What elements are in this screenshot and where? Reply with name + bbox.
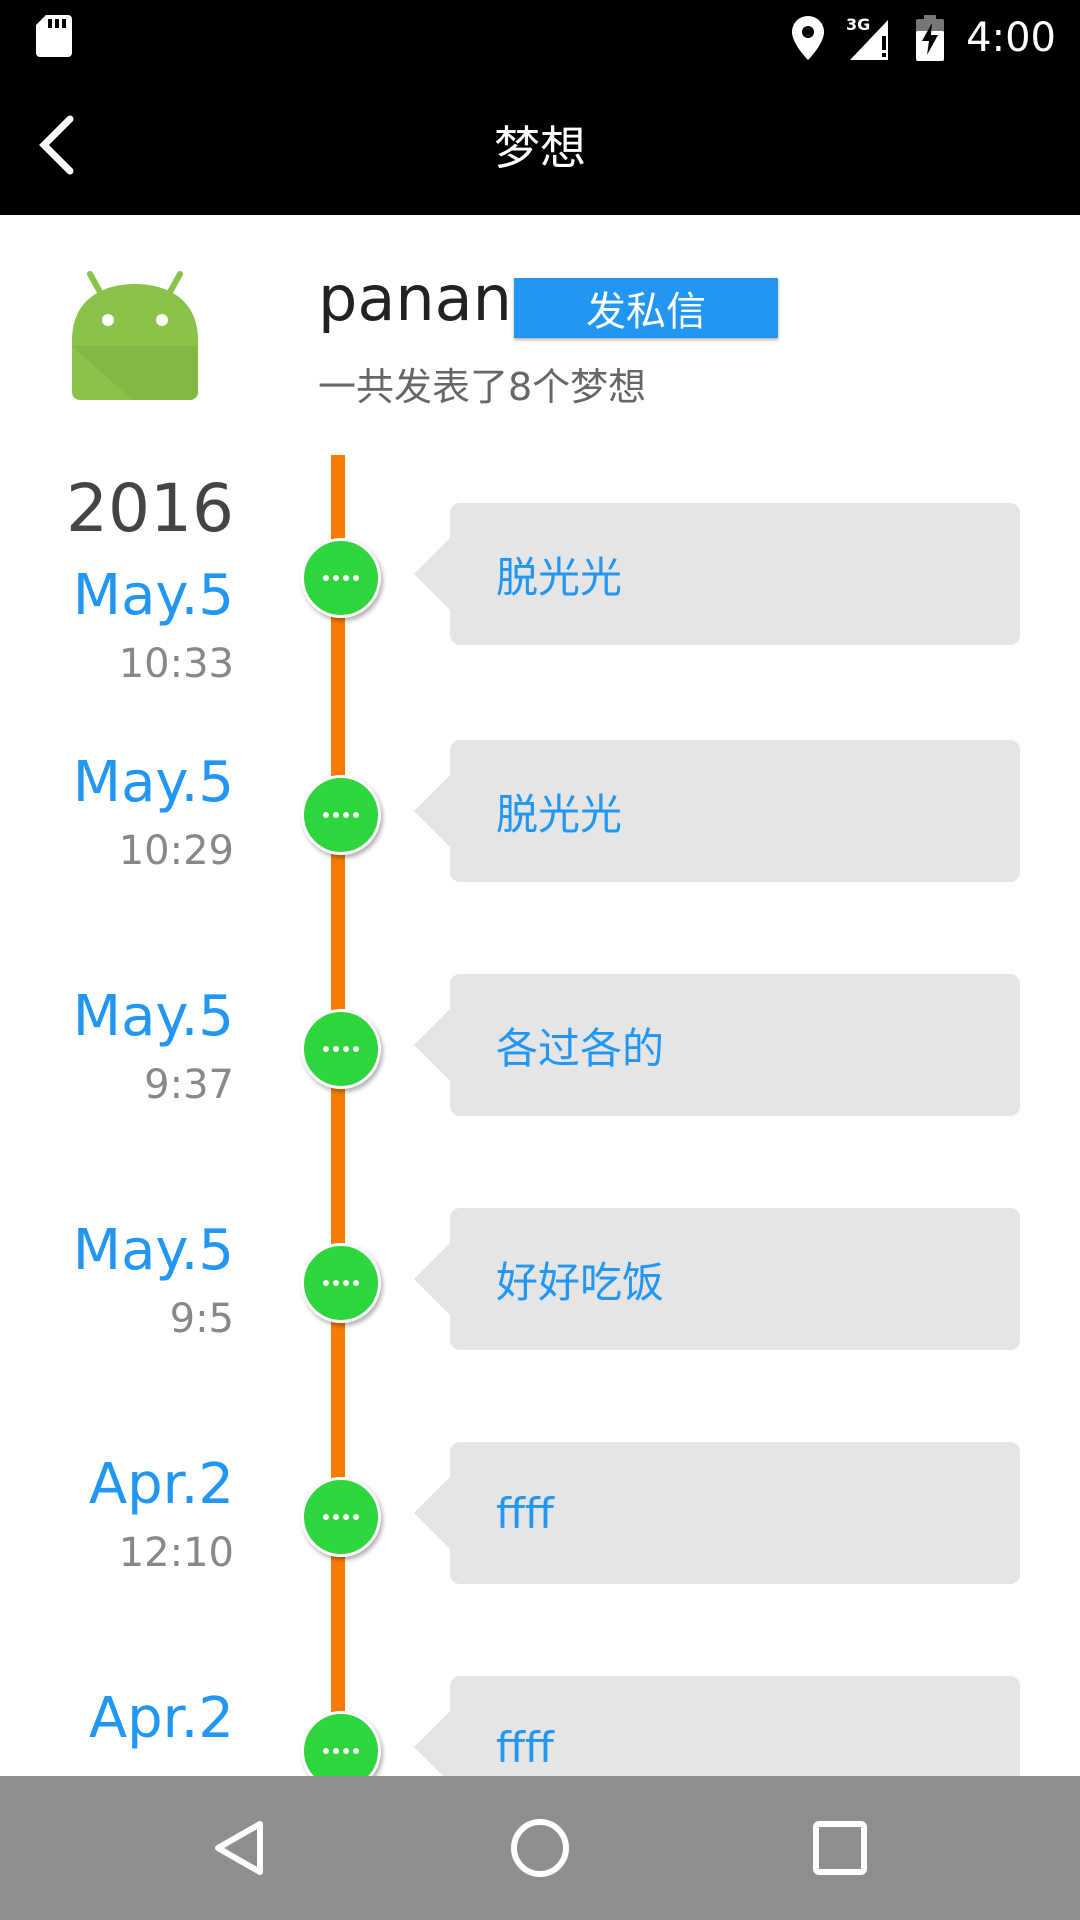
circle-home-icon <box>511 1819 569 1877</box>
send-message-button[interactable]: 发私信 <box>514 278 778 338</box>
ellipsis-icon[interactable] <box>301 1009 381 1089</box>
timeline-entry: May.5 9:5 好好吃饭 <box>0 1208 1080 1358</box>
ellipsis-icon[interactable] <box>301 775 381 855</box>
nav-recents-button[interactable] <box>780 1776 900 1920</box>
sd-card-icon <box>36 15 72 57</box>
page-title: 梦想 <box>494 121 586 175</box>
nav-home-button[interactable] <box>480 1776 600 1920</box>
system-nav-bar <box>0 1776 1080 1920</box>
dream-bubble[interactable]: 好好吃饭 <box>414 1208 1020 1350</box>
entry-time: 12:10 <box>118 1530 234 1576</box>
triangle-back-icon <box>215 1821 263 1875</box>
battery-charging-icon <box>916 14 945 61</box>
entry-date: Apr.2 <box>88 1686 234 1751</box>
timeline-entry: Apr.2 12:10 ffff <box>0 1442 1080 1592</box>
post-count: 一共发表了8个梦想 <box>318 365 647 409</box>
ellipsis-icon[interactable] <box>301 1477 381 1557</box>
entry-date: May.5 <box>72 750 234 815</box>
svg-text:3G: 3G <box>846 16 870 34</box>
nav-back-button[interactable] <box>180 1776 300 1920</box>
entry-time: 9:37 <box>144 1062 234 1108</box>
app-bar: 梦想 <box>0 75 1080 215</box>
dream-bubble[interactable]: ffff <box>414 1442 1020 1584</box>
entry-date: May.5 <box>72 563 234 628</box>
timeline-entry: May.5 10:33 脱光光 <box>0 503 1080 687</box>
dream-bubble[interactable]: 脱光光 <box>414 740 1020 882</box>
entry-date: Apr.2 <box>88 1452 234 1517</box>
dream-bubble[interactable]: 脱光光 <box>414 503 1020 645</box>
entry-time: 10:33 <box>118 641 234 687</box>
timeline-entry: May.5 9:37 各过各的 <box>0 974 1080 1124</box>
timeline-entry: May.5 10:29 脱光光 <box>0 740 1080 890</box>
entry-date: May.5 <box>72 984 234 1049</box>
square-recents-icon <box>813 1821 867 1875</box>
status-icons: 3G 4:00 <box>792 0 1056 75</box>
status-bar: 3G 4:00 <box>0 0 1080 75</box>
signal-3g-icon: 3G <box>846 16 889 60</box>
android-avatar-icon <box>72 271 198 400</box>
status-clock: 4:00 <box>966 14 1056 61</box>
location-icon <box>792 15 825 60</box>
ellipsis-icon[interactable] <box>301 538 381 618</box>
entry-time: 9:5 <box>169 1296 234 1342</box>
entry-date: May.5 <box>72 1218 234 1283</box>
username: panan <box>318 262 512 335</box>
dream-bubble[interactable]: 各过各的 <box>414 974 1020 1116</box>
ellipsis-icon[interactable] <box>301 1243 381 1323</box>
entry-time: 10:29 <box>118 828 234 874</box>
